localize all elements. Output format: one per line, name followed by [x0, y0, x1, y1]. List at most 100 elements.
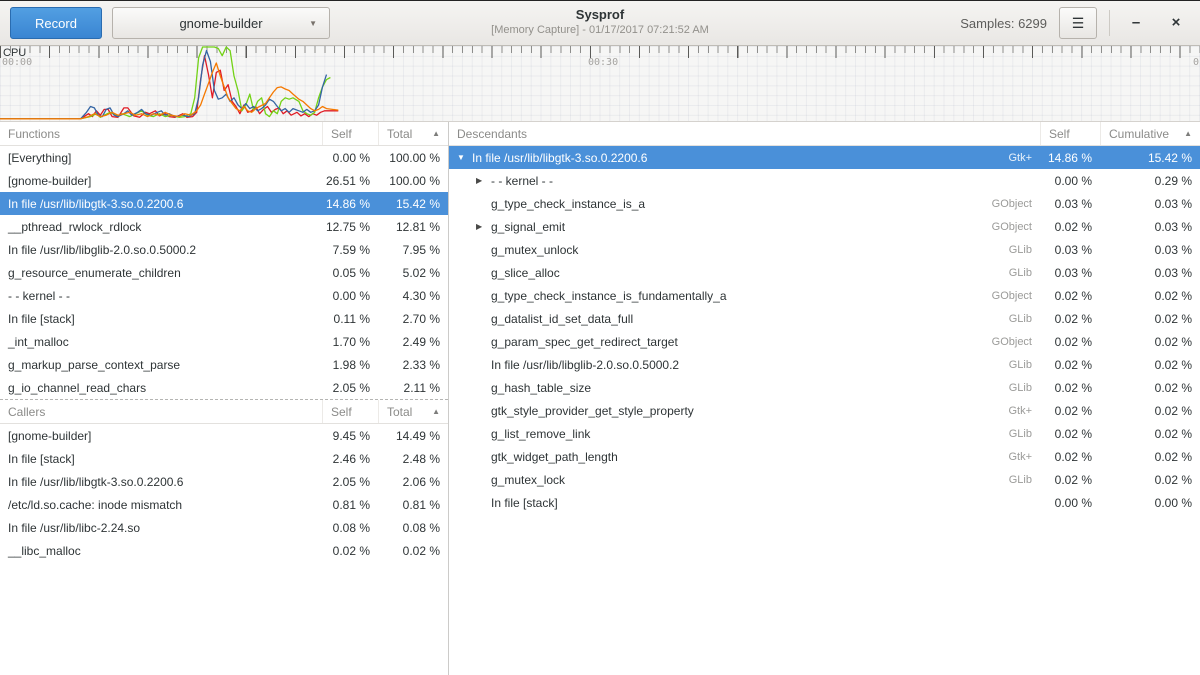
function-name: In file /usr/lib/libgtk-3.so.0.2200.6	[0, 475, 322, 489]
table-row[interactable]: In file /usr/lib/libglib-2.0.so.0.5000.2…	[449, 353, 1200, 376]
table-row[interactable]: gtk_style_provider_get_style_propertyGtk…	[449, 399, 1200, 422]
function-name-label: __pthread_rwlock_rdlock	[8, 220, 141, 234]
self-column-header[interactable]: Self	[1040, 122, 1100, 145]
functions-column-header[interactable]: Functions	[0, 122, 322, 145]
descendants-column-header[interactable]: Descendants	[449, 122, 1040, 145]
total-percent: 5.02 %	[378, 266, 448, 280]
descendant-name-label: g_type_check_instance_is_a	[491, 197, 645, 211]
table-row[interactable]: - - kernel - -0.00 %4.30 %	[0, 284, 448, 307]
total-column-header[interactable]: Total ▲	[378, 400, 448, 423]
table-row[interactable]: g_slice_allocGLib0.03 %0.03 %	[449, 261, 1200, 284]
function-name-label: In file /usr/lib/libgtk-3.so.0.2200.6	[8, 197, 183, 211]
process-selector-label: gnome-builder	[179, 16, 262, 31]
self-percent: 0.00 %	[322, 289, 378, 303]
menu-button[interactable]: ☰	[1059, 7, 1097, 39]
function-name-label: [gnome-builder]	[8, 174, 91, 188]
table-row[interactable]: ▼In file /usr/lib/libgtk-3.so.0.2200.6Gt…	[449, 146, 1200, 169]
record-button[interactable]: Record	[10, 7, 102, 39]
self-percent: 0.00 %	[1040, 174, 1100, 188]
table-row[interactable]: In file /usr/lib/libglib-2.0.so.0.5000.2…	[0, 238, 448, 261]
cumulative-percent: 0.03 %	[1100, 243, 1200, 257]
self-percent: 0.02 %	[1040, 220, 1100, 234]
table-row[interactable]: g_list_remove_linkGLib0.02 %0.02 %	[449, 422, 1200, 445]
descendant-name: g_mutex_unlockGLib	[449, 243, 1040, 257]
header-separator	[1109, 10, 1110, 36]
table-row[interactable]: In file [stack]0.11 %2.70 %	[0, 307, 448, 330]
self-column-header[interactable]: Self	[322, 400, 378, 423]
table-row[interactable]: __pthread_rwlock_rdlock12.75 %12.81 %	[0, 215, 448, 238]
callers-table-header: Callers Self Total ▲	[0, 400, 448, 424]
total-percent: 14.49 %	[378, 429, 448, 443]
table-row[interactable]: g_type_check_instance_is_fundamentally_a…	[449, 284, 1200, 307]
library-tag: GLib	[999, 428, 1032, 440]
table-row[interactable]: [gnome-builder]9.45 %14.49 %	[0, 424, 448, 447]
self-percent: 0.02 %	[1040, 289, 1100, 303]
function-name: In file /usr/lib/libglib-2.0.so.0.5000.2	[0, 243, 322, 257]
self-percent: 12.75 %	[322, 220, 378, 234]
cumulative-percent: 0.03 %	[1100, 266, 1200, 280]
library-tag: Gtk+	[998, 152, 1032, 164]
sort-ascending-icon: ▲	[418, 407, 440, 416]
self-percent: 2.05 %	[322, 381, 378, 395]
self-column-header[interactable]: Self	[322, 122, 378, 145]
cumulative-percent: 0.02 %	[1100, 289, 1200, 303]
total-percent: 100.00 %	[378, 151, 448, 165]
function-name: __pthread_rwlock_rdlock	[0, 220, 322, 234]
total-percent: 2.49 %	[378, 335, 448, 349]
descendant-name-label: g_param_spec_get_redirect_target	[491, 335, 678, 349]
self-percent: 1.70 %	[322, 335, 378, 349]
table-row[interactable]: /etc/ld.so.cache: inode mismatch0.81 %0.…	[0, 493, 448, 516]
table-row[interactable]: In file /usr/lib/libgtk-3.so.0.2200.614.…	[0, 192, 448, 215]
expander-open-icon[interactable]: ▼	[457, 153, 472, 162]
table-row[interactable]: In file /usr/lib/libgtk-3.so.0.2200.62.0…	[0, 470, 448, 493]
self-percent: 0.03 %	[1040, 266, 1100, 280]
expander-closed-icon[interactable]: ▶	[476, 222, 491, 231]
process-selector-dropdown[interactable]: gnome-builder ▼	[112, 7, 330, 39]
table-row[interactable]: In file [stack]2.46 %2.48 %	[0, 447, 448, 470]
title-block: Sysprof [Memory Capture] - 01/17/2017 07…	[491, 7, 709, 36]
timeline-label: 01:00	[1193, 57, 1200, 68]
table-row[interactable]: _int_malloc 1.70 %2.49 %	[0, 330, 448, 353]
function-name-label: g_markup_parse_context_parse	[8, 358, 180, 372]
table-row[interactable]: g_datalist_id_set_data_fullGLib0.02 %0.0…	[449, 307, 1200, 330]
self-percent: 14.86 %	[1040, 151, 1100, 165]
self-percent: 0.02 %	[1040, 404, 1100, 418]
cpu-graph-label: CPU	[3, 47, 26, 59]
self-percent: 0.00 %	[1040, 496, 1100, 510]
descendant-name: g_hash_table_sizeGLib	[449, 381, 1040, 395]
self-percent: 0.02 %	[1040, 427, 1100, 441]
total-percent: 2.48 %	[378, 452, 448, 466]
table-row[interactable]: g_hash_table_sizeGLib0.02 %0.02 %	[449, 376, 1200, 399]
minimize-button[interactable]: –	[1122, 10, 1150, 36]
table-row[interactable]: g_mutex_lockGLib0.02 %0.02 %	[449, 468, 1200, 491]
cpu-graph[interactable]: CPU 00:0000:3001:00	[0, 46, 1200, 122]
table-row[interactable]: __libc_malloc0.02 %0.02 %	[0, 539, 448, 562]
table-row[interactable]: g_type_check_instance_is_aGObject0.03 %0…	[449, 192, 1200, 215]
table-row[interactable]: [gnome-builder]26.51 %100.00 %	[0, 169, 448, 192]
table-row[interactable]: g_io_channel_read_chars2.05 %2.11 %	[0, 376, 448, 399]
cumulative-column-header[interactable]: Cumulative ▲	[1100, 122, 1200, 145]
table-row[interactable]: g_markup_parse_context_parse1.98 %2.33 %	[0, 353, 448, 376]
function-name-label: _int_malloc	[8, 335, 69, 349]
descendant-name-label: g_datalist_id_set_data_full	[491, 312, 633, 326]
table-row[interactable]: [Everything]0.00 %100.00 %	[0, 146, 448, 169]
table-row[interactable]: In file [stack]0.00 %0.00 %	[449, 491, 1200, 514]
total-percent: 15.42 %	[378, 197, 448, 211]
table-row[interactable]: g_resource_enumerate_children0.05 %5.02 …	[0, 261, 448, 284]
library-tag: Gtk+	[998, 405, 1032, 417]
descendant-name: gtk_style_provider_get_style_propertyGtk…	[449, 404, 1040, 418]
table-row[interactable]: g_param_spec_get_redirect_targetGObject0…	[449, 330, 1200, 353]
total-column-header[interactable]: Total ▲	[378, 122, 448, 145]
table-row[interactable]: g_mutex_unlockGLib0.03 %0.03 %	[449, 238, 1200, 261]
table-row[interactable]: ▶g_signal_emitGObject0.02 %0.03 %	[449, 215, 1200, 238]
total-percent: 0.08 %	[378, 521, 448, 535]
total-percent: 4.30 %	[378, 289, 448, 303]
callers-column-header[interactable]: Callers	[0, 400, 322, 423]
descendant-name-label: g_mutex_lock	[491, 473, 565, 487]
expander-closed-icon[interactable]: ▶	[476, 176, 491, 185]
library-tag: GObject	[982, 221, 1032, 233]
table-row[interactable]: ▶- - kernel - -0.00 %0.29 %	[449, 169, 1200, 192]
table-row[interactable]: gtk_widget_path_lengthGtk+0.02 %0.02 %	[449, 445, 1200, 468]
close-button[interactable]: ×	[1162, 10, 1190, 36]
table-row[interactable]: In file /usr/lib/libc-2.24.so0.08 %0.08 …	[0, 516, 448, 539]
